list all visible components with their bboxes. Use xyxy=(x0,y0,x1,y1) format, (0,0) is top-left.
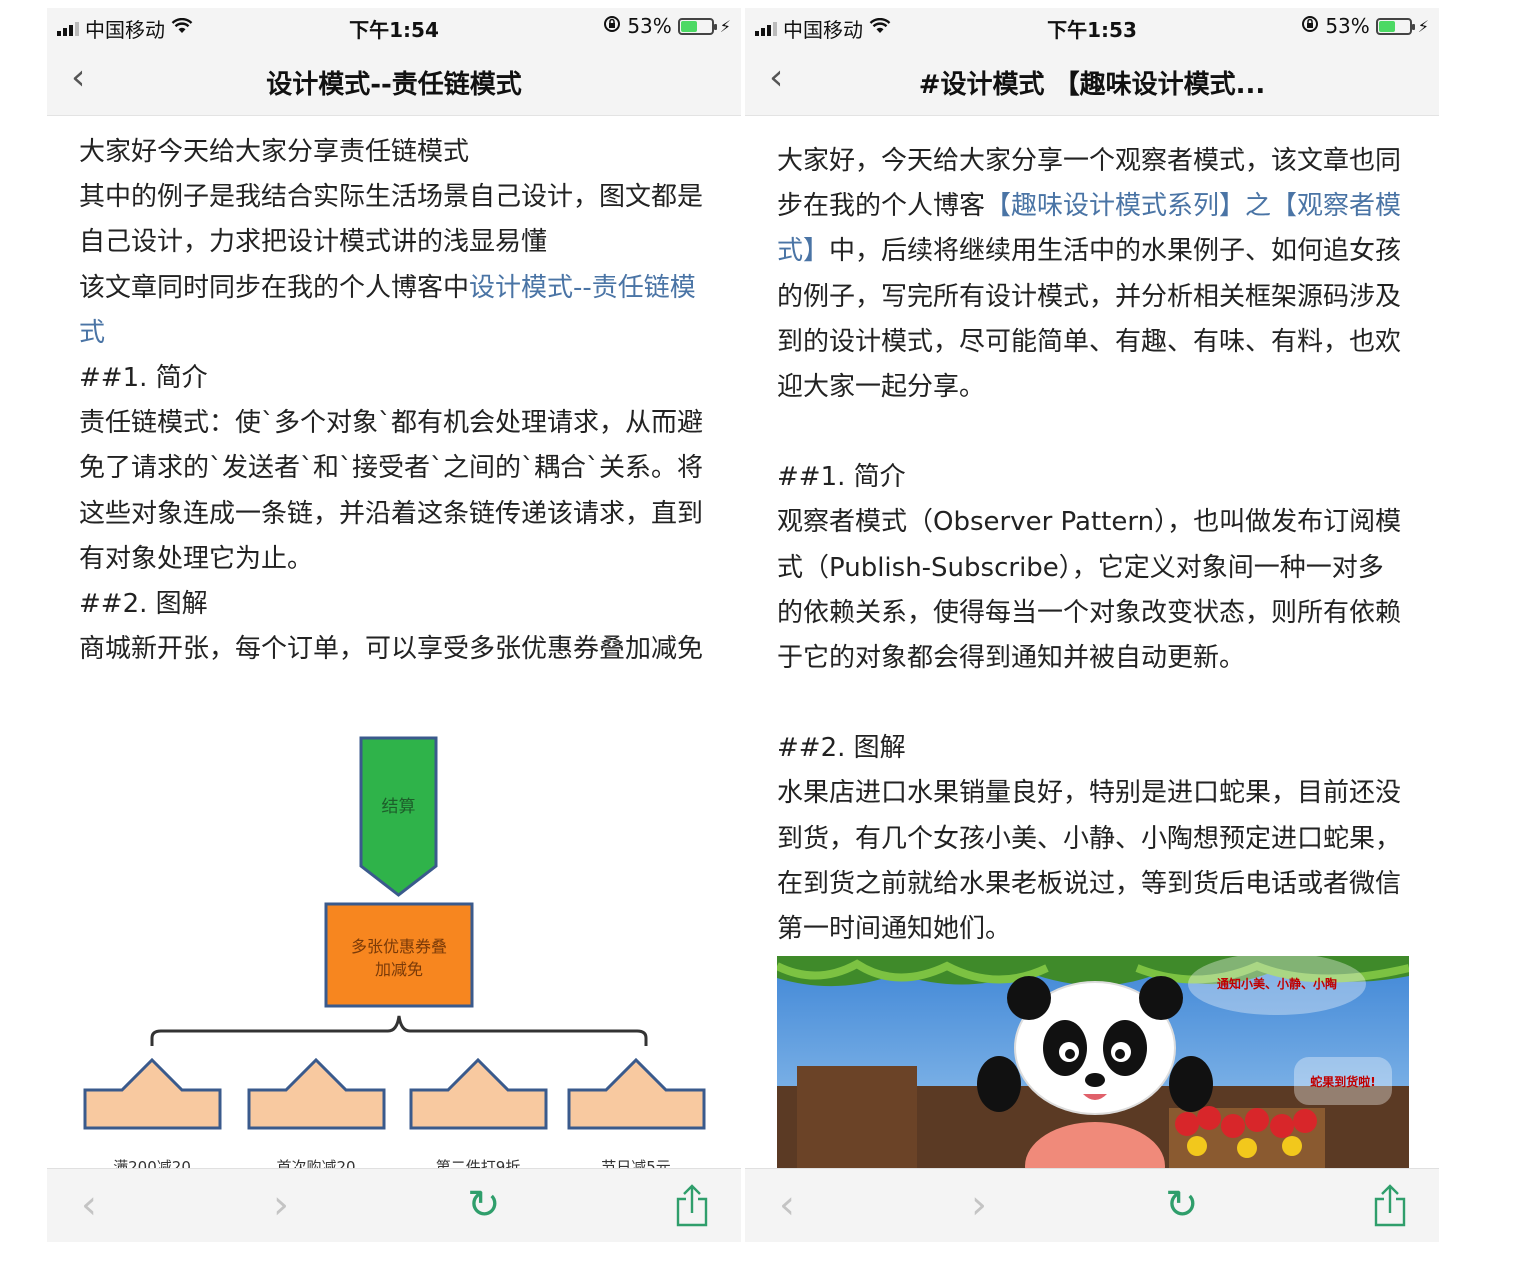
reload-icon[interactable]: ↻ xyxy=(467,1183,501,1227)
section-heading: ##1. 简介 xyxy=(777,462,906,493)
share-icon[interactable] xyxy=(1373,1183,1407,1236)
paragraph: 该文章同时同步在我的个人博客中设计模式--责任链模式 xyxy=(79,272,696,348)
section-heading: ##2. 图解 xyxy=(777,733,906,764)
charging-icon: ⚡ xyxy=(1417,16,1429,36)
reload-icon[interactable]: ↻ xyxy=(1165,1183,1199,1227)
paragraph: 大家好今天给大家分享责任链模式 xyxy=(79,137,470,167)
status-bar: 中国移动 下午1:53 53% ⚡ xyxy=(745,8,1439,44)
back-chevron-icon[interactable]: ‹ xyxy=(779,1183,795,1227)
share-icon[interactable] xyxy=(675,1183,709,1236)
back-chevron-icon[interactable]: ‹ xyxy=(81,1183,97,1227)
panda-illustration: 通知小美、小静、小陶 蛇果到货啦! xyxy=(777,956,1409,1170)
coupon-stack-box: 多张优惠券叠 加减免 xyxy=(324,902,474,1008)
chain-diagram: 结算 多张优惠券叠 加减免 满200减20 首次购减20 第二件打9折 节日减5… xyxy=(83,736,706,1175)
paragraph: 观察者模式（Observer Pattern），也叫做发布订阅模式（Publis… xyxy=(777,507,1402,674)
back-chevron-icon[interactable]: ‹ xyxy=(71,58,85,98)
navigation-bar: ‹ #设计模式 【趣味设计模式... xyxy=(745,44,1439,116)
settle-arrow-box: 结算 xyxy=(359,736,438,897)
article-body: 大家好，今天给大家分享一个观察者模式，该文章也同步在我的个人博客【趣味设计模式系… xyxy=(777,139,1409,952)
arrival-bubble-text: 蛇果到货啦! xyxy=(1310,1074,1375,1089)
browser-toolbar: ‹ › ↻ xyxy=(47,1168,741,1242)
article-body: 大家好今天给大家分享责任链模式 其中的例子是我结合实际生活场景自己设计，图文都是… xyxy=(79,130,711,672)
leaf-arrow-3: 第二件打9折 xyxy=(409,1057,548,1175)
leaf-arrow-1: 满200减20 xyxy=(83,1057,222,1175)
paragraph: 商城新开张，每个订单，可以享受多张优惠券叠加减免 xyxy=(79,634,704,665)
forward-chevron-icon[interactable]: › xyxy=(971,1183,987,1227)
coupon-stack-label-2: 加减免 xyxy=(375,961,423,979)
lock-rotation-icon xyxy=(1301,14,1319,38)
page-title: #设计模式 【趣味设计模式... xyxy=(918,70,1266,100)
lock-rotation-icon xyxy=(603,14,621,38)
browser-toolbar: ‹ › ↻ xyxy=(745,1168,1439,1242)
notify-bubble-text: 通知小美、小静、小陶 xyxy=(1217,976,1337,991)
battery-icon xyxy=(677,17,717,35)
paragraph: 大家好，今天给大家分享一个观察者模式，该文章也同步在我的个人博客【趣味设计模式系… xyxy=(777,146,1402,403)
navigation-bar: ‹ 设计模式--责任链模式 xyxy=(47,44,741,116)
leaf-arrow-2: 首次购减20 xyxy=(247,1057,386,1175)
brace-connector xyxy=(150,1015,648,1046)
forward-chevron-icon[interactable]: › xyxy=(273,1183,289,1227)
battery-percent: 53% xyxy=(1325,14,1370,38)
battery-icon xyxy=(1375,17,1415,35)
section-heading: ##1. 简介 xyxy=(79,363,208,394)
coupon-stack-label-1: 多张优惠券叠 xyxy=(351,938,447,956)
page-title: 设计模式--责任链模式 xyxy=(266,70,522,100)
paragraph: 责任链模式：使`多个对象`都有机会处理请求，从而避免了请求的`发送者`和`接受者… xyxy=(79,408,704,574)
right-phone-screen: 中国移动 下午1:53 53% ⚡ ‹ #设计模式 【趣味设计模式... 大家好… xyxy=(745,8,1439,1242)
settle-label: 结算 xyxy=(382,797,416,816)
paragraph: 其中的例子是我结合实际生活场景自己设计，图文都是自己设计，力求把设计模式讲的浅显… xyxy=(79,182,704,258)
leaf-arrow-4: 节日减5元 xyxy=(567,1057,706,1175)
charging-icon: ⚡ xyxy=(719,16,731,36)
battery-percent: 53% xyxy=(627,14,672,38)
paragraph: 水果店进口水果销量良好，特别是进口蛇果，目前还没到货，有几个女孩小美、小静、小陶… xyxy=(777,778,1402,945)
status-bar: 中国移动 下午1:54 53% ⚡ xyxy=(47,8,741,44)
back-chevron-icon[interactable]: ‹ xyxy=(769,58,783,98)
left-phone-screen: 中国移动 下午1:54 53% ⚡ ‹ 设计模式--责任链模式 大家好今天给大家… xyxy=(47,8,741,1242)
section-heading: ##2. 图解 xyxy=(79,589,208,620)
